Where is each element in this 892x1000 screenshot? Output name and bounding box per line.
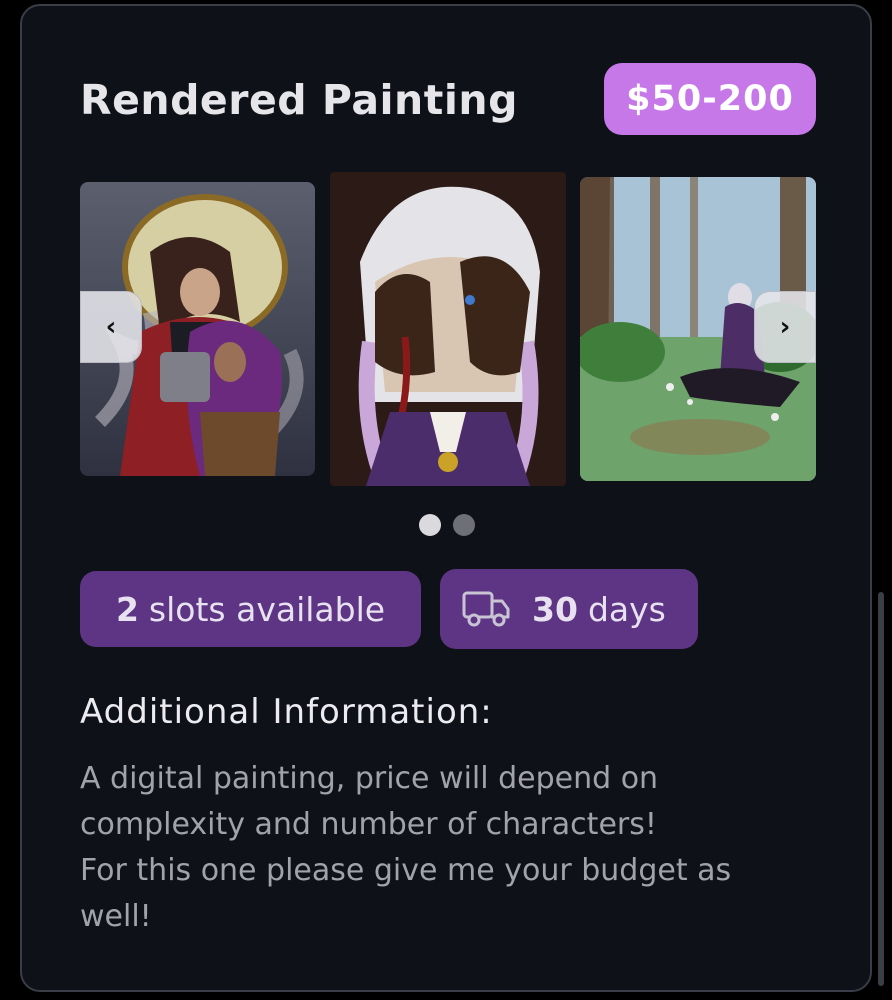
- carousel-dot-1[interactable]: [419, 514, 441, 536]
- price-badge: $50-200: [604, 63, 816, 135]
- slots-count: 2: [115, 589, 139, 629]
- chevron-left-icon: ‹: [105, 312, 117, 342]
- delivery-time-pill: 30 days: [440, 569, 698, 649]
- additional-info-heading: Additional Information:: [80, 692, 493, 732]
- commission-card: Rendered Painting $50-200 ‹ › 2 slots av…: [20, 4, 872, 992]
- chevron-right-icon: ›: [779, 312, 791, 342]
- slots-label: slots available: [148, 589, 386, 629]
- carousel-image-2[interactable]: [330, 172, 566, 486]
- slots-available-pill: 2 slots available: [80, 571, 421, 647]
- additional-info-text: A digital painting, price will depend on…: [80, 761, 732, 934]
- delivery-days-label: days: [587, 589, 666, 629]
- carousel-next-button[interactable]: ›: [754, 291, 816, 363]
- delivery-days-count: 30: [532, 589, 578, 629]
- truck-icon: [462, 590, 510, 628]
- carousel-dot-2[interactable]: [453, 514, 475, 536]
- commission-title: Rendered Painting: [80, 76, 518, 124]
- page-scrollbar[interactable]: [878, 592, 884, 986]
- carousel-prev-button[interactable]: ‹: [80, 291, 142, 363]
